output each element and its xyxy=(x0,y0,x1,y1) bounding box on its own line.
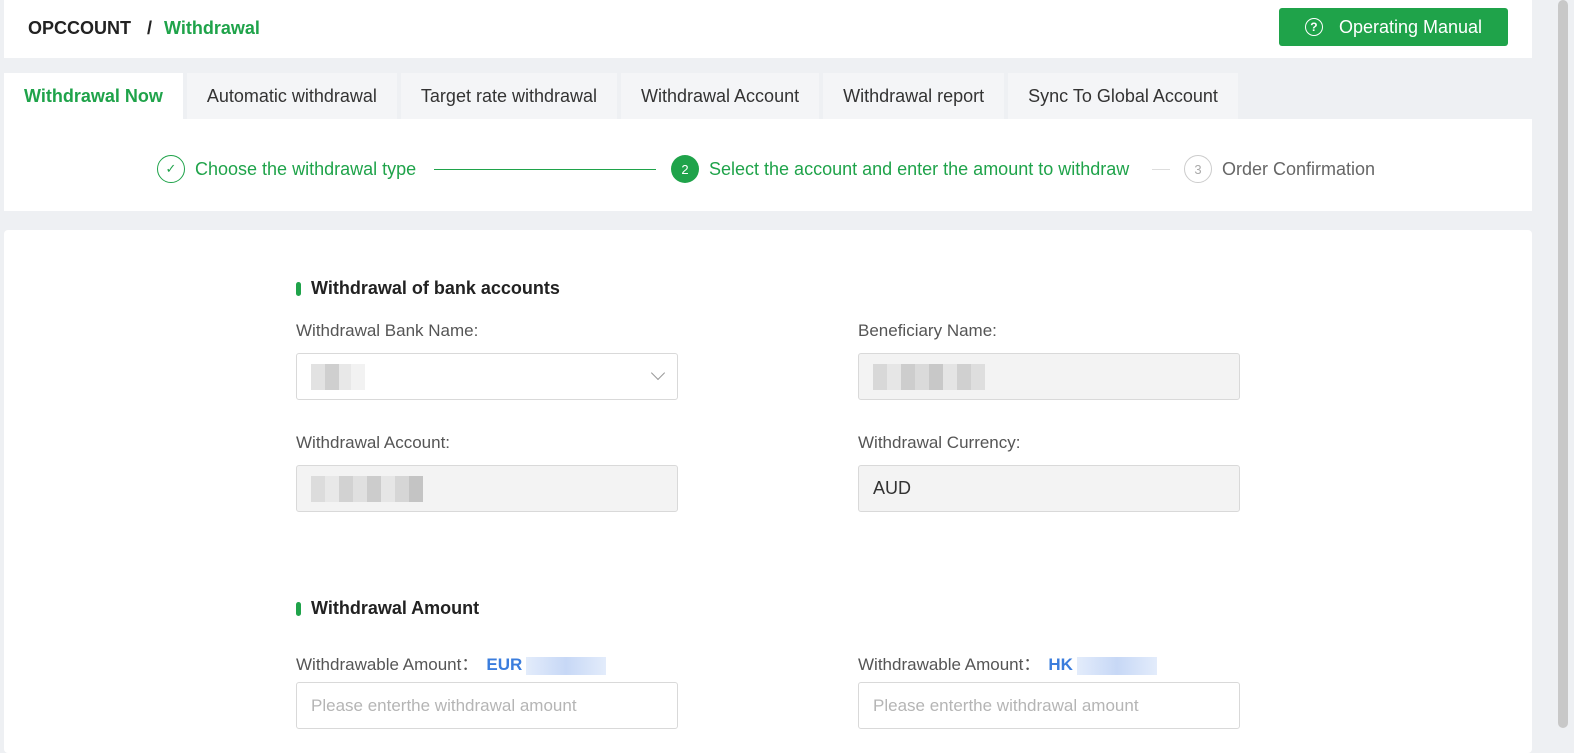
operating-manual-button[interactable]: ? Operating Manual xyxy=(1279,8,1508,46)
breadcrumb-root[interactable]: OPCCOUNT xyxy=(28,18,131,39)
withdrawable-amount-right: Withdrawable Amount： HK xyxy=(858,650,1157,675)
help-icon: ? xyxy=(1304,18,1323,36)
step-number: 3 xyxy=(1184,155,1212,183)
tab-automatic-withdrawal[interactable]: Automatic withdrawal xyxy=(186,73,397,119)
step-label: Order Confirmation xyxy=(1222,158,1376,179)
withdrawal-form: Withdrawal of bank accounts Withdrawal B… xyxy=(4,230,1532,753)
page-header: OPCCOUNT / Withdrawal ? Operating Manual xyxy=(4,0,1532,58)
bank-name-select[interactable] xyxy=(296,353,678,400)
withdrawable-currency: EUR xyxy=(486,655,523,674)
breadcrumb-current: Withdrawal xyxy=(164,18,260,38)
tab-sync-global-account[interactable]: Sync To Global Account xyxy=(1008,73,1238,119)
redacted-amount xyxy=(526,656,607,675)
withdrawal-amount-input-left[interactable] xyxy=(296,682,678,729)
redacted-value xyxy=(311,475,423,502)
breadcrumb: OPCCOUNT / Withdrawal xyxy=(28,18,260,39)
breadcrumb-separator: / xyxy=(147,18,153,38)
withdrawable-currency: HK xyxy=(1048,655,1073,674)
withdrawable-amount-label: Withdrawable Amount： xyxy=(858,655,1041,674)
operating-manual-label: Operating Manual xyxy=(1338,16,1483,37)
amount-section-title: Withdrawal Amount xyxy=(296,598,479,619)
withdrawable-amount-left: Withdrawable Amount： EUR xyxy=(296,650,607,675)
beneficiary-label: Beneficiary Name: xyxy=(858,321,997,340)
check-icon: ✓ xyxy=(157,155,185,183)
beneficiary-field xyxy=(858,353,1240,400)
step-select-account: 2 Select the account and enter the amoun… xyxy=(671,155,1129,183)
tab-bar: Withdrawal Now Automatic withdrawal Targ… xyxy=(4,73,1238,119)
withdrawal-amount-input-right[interactable] xyxy=(858,682,1240,729)
withdrawable-amount-label: Withdrawable Amount： xyxy=(296,655,479,674)
tab-withdrawal-report[interactable]: Withdrawal report xyxy=(823,73,1005,119)
step-number: 2 xyxy=(671,155,699,183)
account-label: Withdrawal Account: xyxy=(296,433,451,452)
redacted-value xyxy=(311,363,365,390)
step-connector xyxy=(434,169,656,170)
account-field xyxy=(296,465,678,512)
step-label: Select the account and enter the amount … xyxy=(709,158,1130,179)
currency-label: Withdrawal Currency: xyxy=(858,433,1021,452)
redacted-value xyxy=(873,363,985,390)
step-order-confirmation: 3 Order Confirmation xyxy=(1184,155,1375,183)
scroll-thumb[interactable] xyxy=(1558,0,1568,728)
bank-name-label: Withdrawal Bank Name: xyxy=(296,321,479,340)
tab-withdrawal-now[interactable]: Withdrawal Now xyxy=(4,73,183,119)
redacted-amount xyxy=(1076,656,1157,675)
step-label: Choose the withdrawal type xyxy=(195,158,417,179)
step-connector xyxy=(1152,169,1170,170)
currency-field: AUD xyxy=(858,465,1240,512)
tab-withdrawal-account[interactable]: Withdrawal Account xyxy=(621,73,820,119)
bank-section-title: Withdrawal of bank accounts xyxy=(296,278,560,299)
chevron-down-icon xyxy=(650,365,666,381)
steps-panel: ✓ Choose the withdrawal type 2 Select th… xyxy=(4,119,1532,211)
step-choose-type: ✓ Choose the withdrawal type xyxy=(157,155,416,183)
tab-target-rate-withdrawal[interactable]: Target rate withdrawal xyxy=(400,73,618,119)
page-scrollbar[interactable] xyxy=(1558,0,1568,753)
